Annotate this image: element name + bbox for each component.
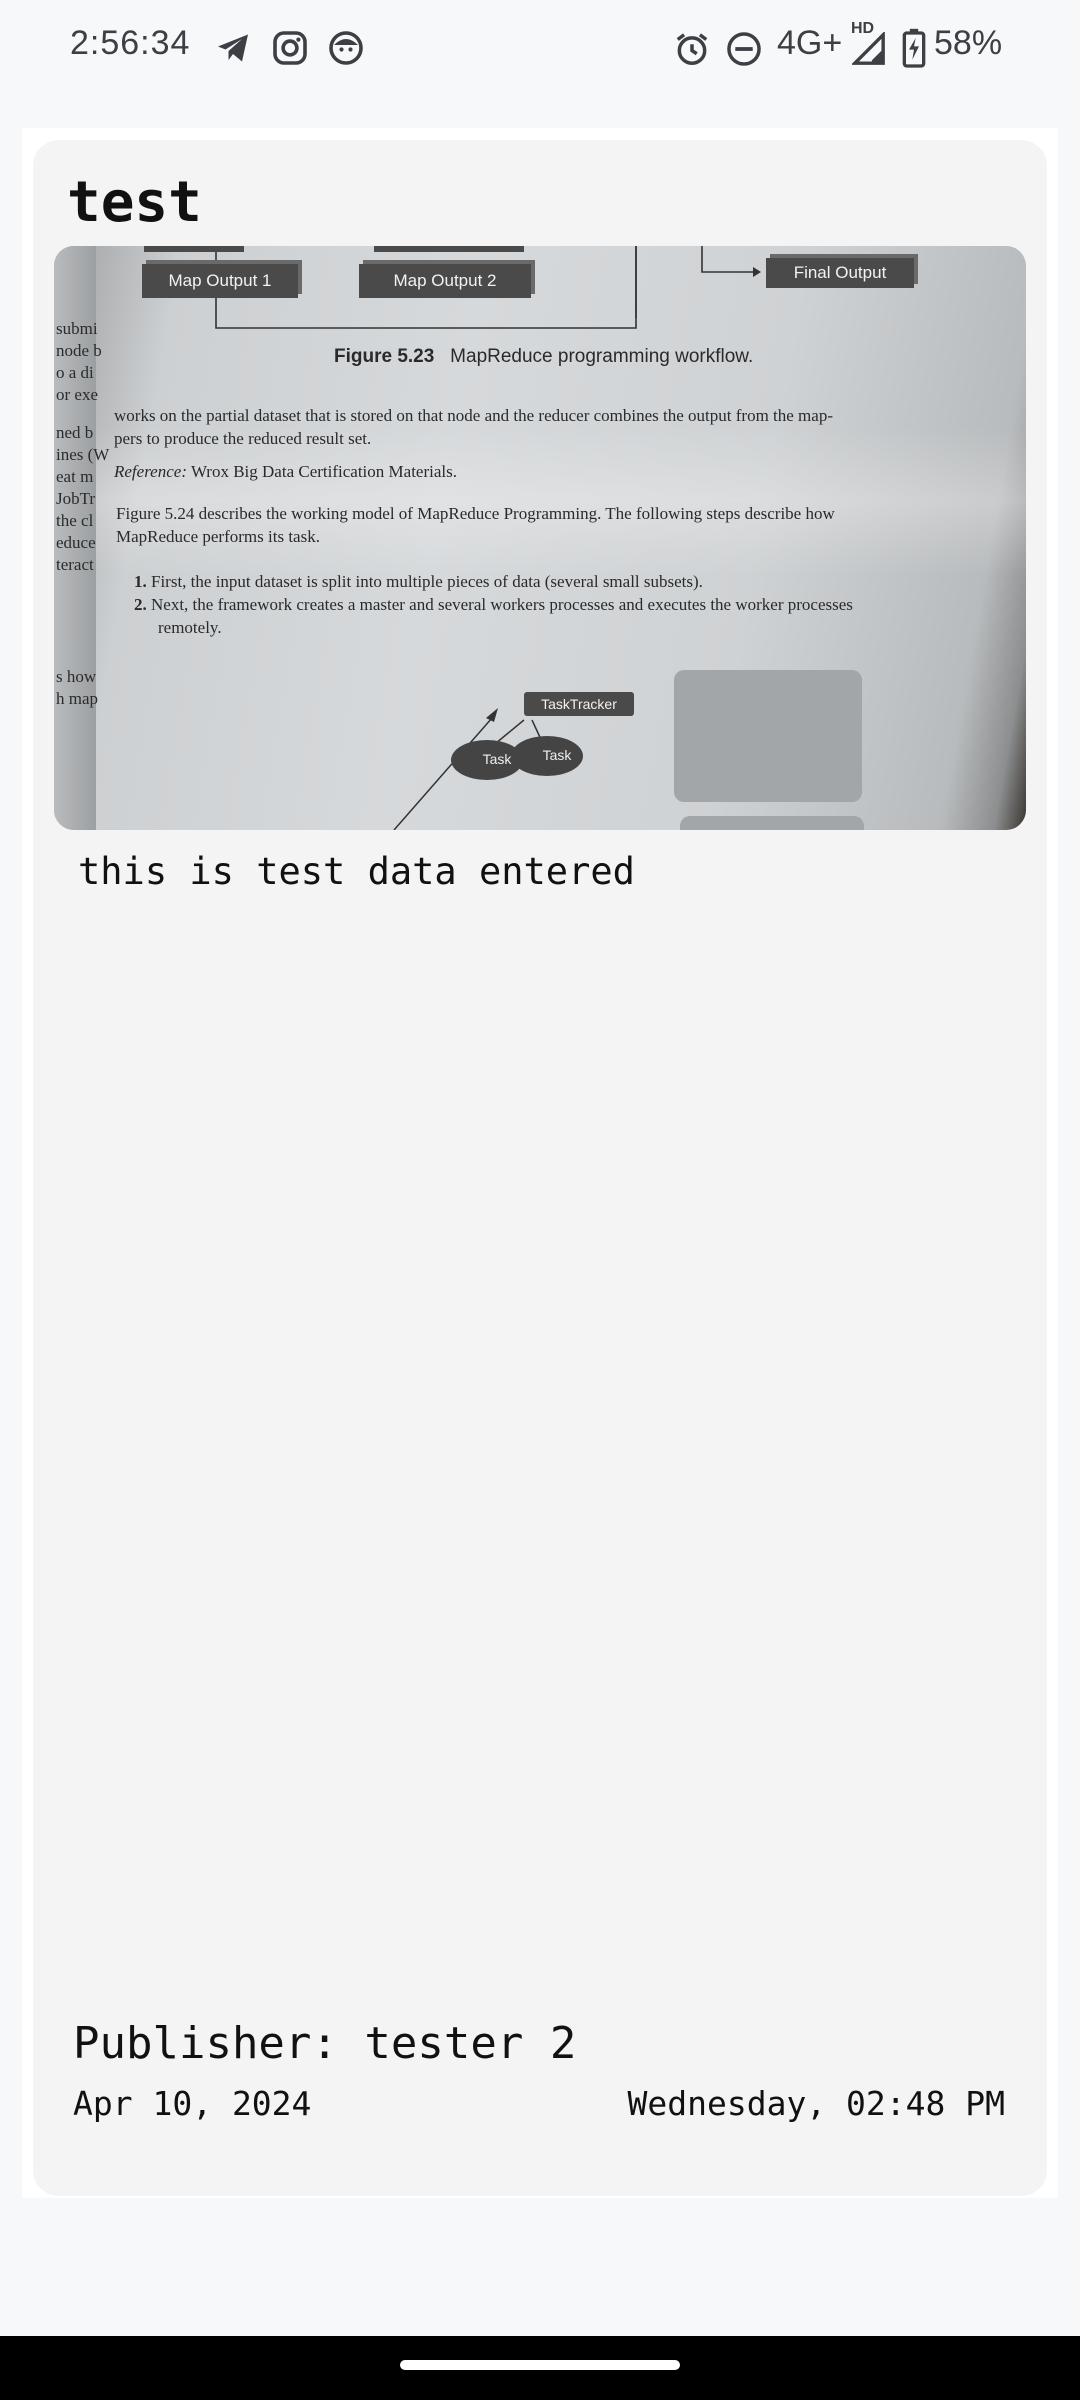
tasktracker-box: TaskTracker bbox=[524, 692, 634, 716]
book-text-line: Figure 5.24 describes the working model … bbox=[116, 504, 835, 523]
book-text-line: remotely. bbox=[158, 618, 222, 637]
note-day-time: Wednesday, 02:48 PM bbox=[627, 2084, 1006, 2123]
battery-charging-icon bbox=[902, 28, 926, 72]
left-page-text: submi node b o a di or exe ned b ines (W… bbox=[56, 319, 110, 708]
book-step-2: 2. Next, the framework creates a master … bbox=[134, 595, 853, 614]
figure-caption: Figure 5.23 MapReduce programming workfl… bbox=[334, 346, 754, 367]
publisher-label: Publisher: tester 2 bbox=[73, 2018, 577, 2069]
status-bar: 2:56:34 4G+ HD 58% bbox=[0, 0, 1080, 96]
network-type: 4G+ bbox=[777, 24, 843, 62]
tasktracker-diagram bbox=[393, 670, 864, 830]
battery-percent: 58% bbox=[934, 24, 1003, 62]
note-title: test bbox=[67, 170, 202, 235]
note-body: this is test data entered bbox=[78, 850, 635, 893]
final-output-box: Final Output bbox=[766, 258, 914, 288]
task-label-1: Task bbox=[482, 751, 512, 767]
do-not-disturb-icon bbox=[725, 30, 763, 72]
home-gesture-handle[interactable] bbox=[400, 2360, 680, 2370]
map-output-2-box: Map Output 2 bbox=[359, 264, 531, 298]
navigation-bar bbox=[0, 2336, 1080, 2400]
map-output-1-box: Map Output 1 bbox=[142, 264, 298, 298]
note-image[interactable]: submi node b o a di or exe ned b ines (W… bbox=[54, 246, 1026, 830]
book-text-line: MapReduce performs its task. bbox=[116, 527, 320, 546]
note-date: Apr 10, 2024 bbox=[73, 2084, 312, 2123]
signal-icon bbox=[850, 30, 886, 70]
status-time: 2:56:34 bbox=[70, 24, 191, 62]
alarm-icon bbox=[673, 30, 711, 72]
book-text-line: pers to produce the reduced result set. bbox=[114, 429, 372, 448]
telegram-icon bbox=[214, 30, 252, 70]
instagram-icon bbox=[272, 30, 308, 70]
book-text-line: works on the partial dataset that is sto… bbox=[114, 406, 833, 425]
task-label-2: Task bbox=[542, 747, 572, 763]
face-icon bbox=[328, 30, 364, 70]
book-step-1: 1. First, the input dataset is split int… bbox=[134, 572, 703, 591]
book-reference-line: Reference: Wrox Big Data Certification M… bbox=[114, 462, 457, 481]
